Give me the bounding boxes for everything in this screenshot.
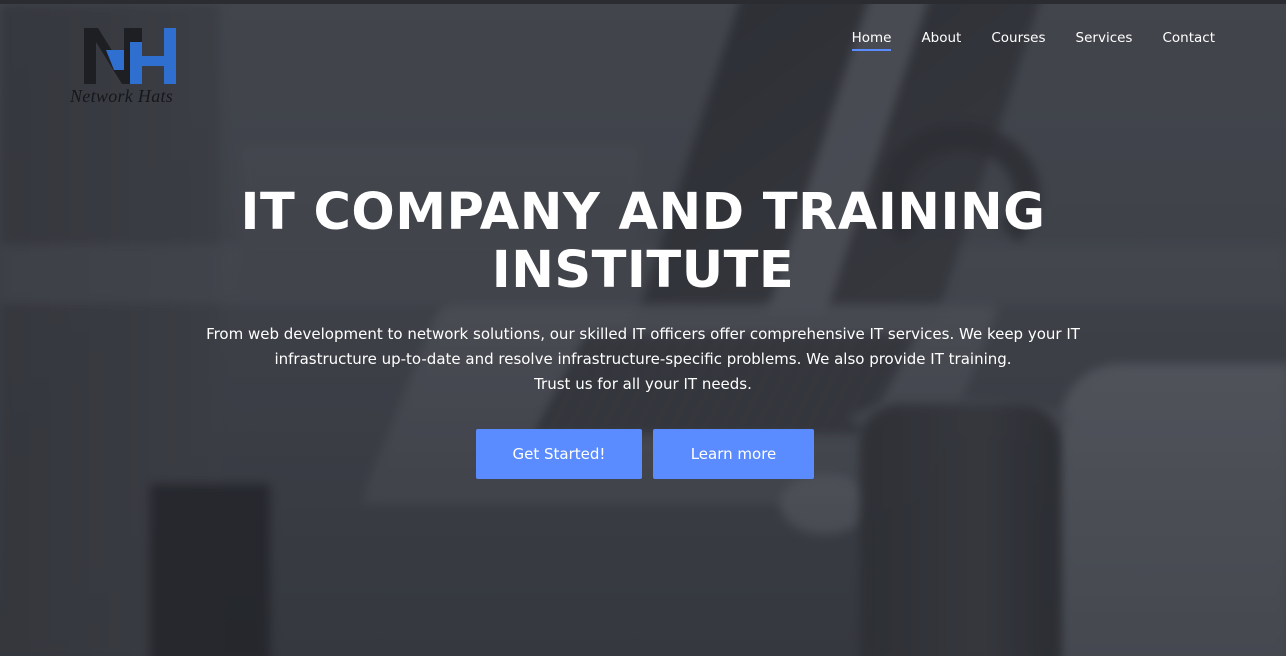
main-nav: Home About Courses Services Contact — [851, 30, 1215, 51]
learn-more-button[interactable]: Learn more — [653, 429, 814, 479]
hero-title-line: IT COMPANY AND TRAINING — [240, 183, 1046, 242]
nav-item-courses[interactable]: Courses — [991, 30, 1045, 51]
hero-description: From web development to network solution… — [143, 322, 1143, 397]
hero-description-line: Trust us for all your IT needs. — [534, 375, 752, 393]
logo-text: Network Hats — [70, 86, 174, 106]
top-border — [0, 0, 1286, 4]
nav-item-about[interactable]: About — [921, 30, 961, 51]
hero-description-line: From web development to network solution… — [206, 325, 1080, 343]
nh-logo-icon — [84, 28, 176, 84]
nav-item-services[interactable]: Services — [1076, 30, 1133, 51]
hero-title: IT COMPANY AND TRAINING INSTITUTE — [143, 184, 1143, 300]
get-started-button[interactable]: Get Started! — [476, 429, 642, 479]
nav-item-contact[interactable]: Contact — [1162, 30, 1215, 51]
hero-buttons: Get Started! Learn more — [476, 429, 814, 479]
hero-title-line: INSTITUTE — [491, 241, 795, 300]
brand-logo[interactable]: Network Hats — [70, 26, 200, 110]
nav-item-home[interactable]: Home — [851, 30, 891, 51]
hero-description-line: infrastructure up-to-date and resolve in… — [274, 350, 1012, 368]
